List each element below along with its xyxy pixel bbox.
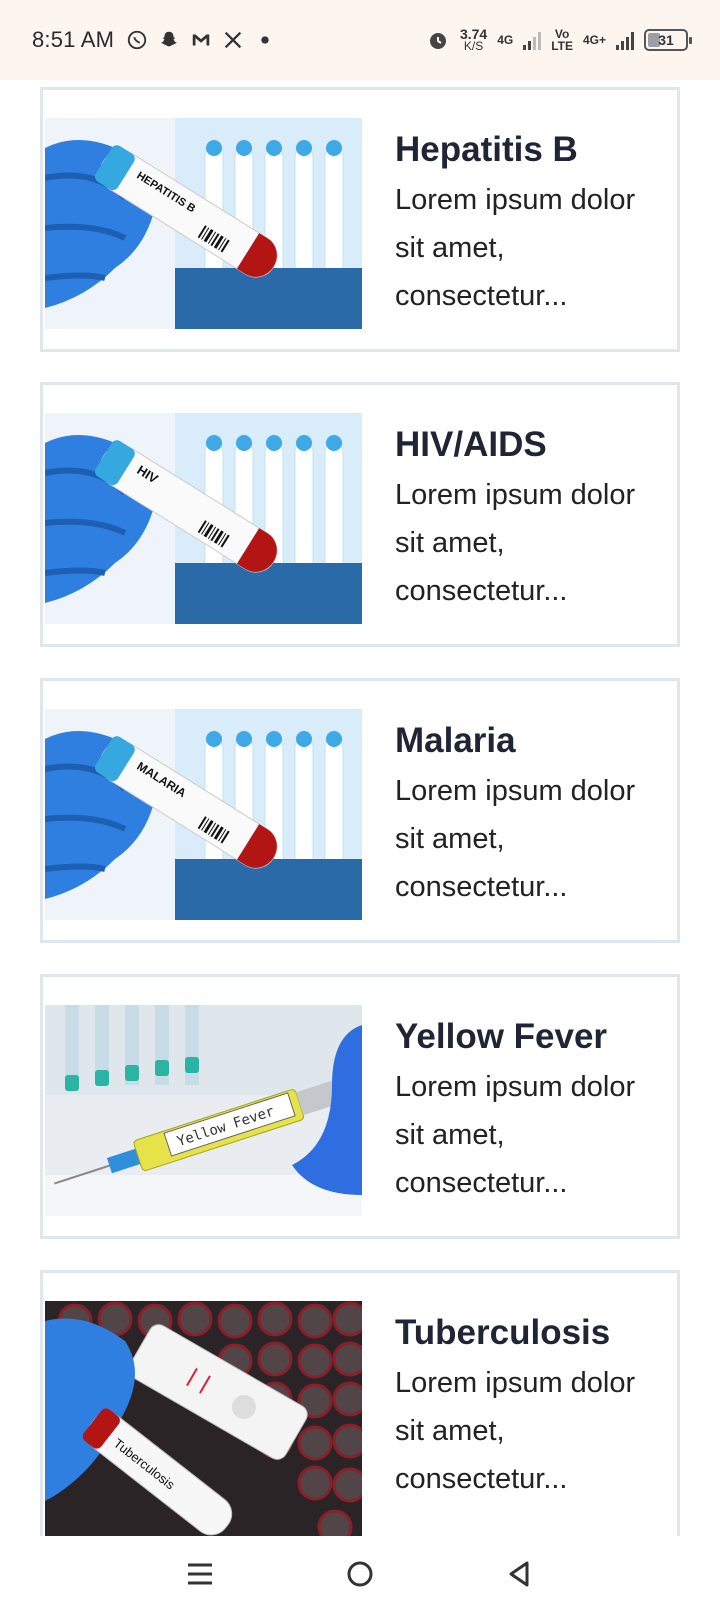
card-text: Hepatitis B Lorem ipsum dolor sit amet, … — [395, 128, 665, 320]
card-description: Lorem ipsum dolor sit amet, consectetur.… — [395, 184, 636, 312]
disease-list[interactable]: HEPATITIS B Hepatitis B Lorem ipsum dolo… — [0, 80, 720, 1536]
card-description: Lorem ipsum dolor sit amet, consectetur.… — [395, 775, 636, 903]
menu-icon — [188, 1563, 212, 1585]
system-nav-bar — [0, 1536, 720, 1612]
card-title: HIV/AIDS — [395, 425, 547, 464]
card-text: Malaria Lorem ipsum dolor sit amet, cons… — [395, 719, 665, 911]
home-icon — [347, 1561, 373, 1587]
disease-card-malaria[interactable]: MALARIA Malaria Lorem ipsum dolor sit am… — [40, 678, 680, 943]
tuberculosis-image: Tuberculosis — [45, 1301, 362, 1536]
battery-level: 31 — [658, 32, 674, 48]
card-description: Lorem ipsum dolor sit amet, consectetur.… — [395, 1071, 636, 1199]
volte-indicator: Vo LTE — [551, 27, 573, 53]
network-type-2: 4G+ — [582, 33, 606, 47]
alarm-icon — [429, 33, 446, 49]
disease-card-yellow-fever[interactable]: Yellow Fever Yellow Fever Lorem ipsum do… — [40, 974, 680, 1239]
card-text: HIV/AIDS Lorem ipsum dolor sit amet, con… — [395, 423, 665, 615]
card-title: Hepatitis B — [395, 130, 578, 169]
menu-button[interactable] — [170, 1544, 230, 1604]
card-description: Lorem ipsum dolor sit amet, consectetur.… — [395, 479, 636, 607]
disease-card-tuberculosis[interactable]: Tuberculosis Tuberculosis Lorem ipsum do… — [40, 1270, 680, 1536]
malaria-image: MALARIA — [45, 709, 362, 920]
x-icon — [224, 31, 242, 49]
snapchat-icon — [160, 31, 178, 47]
status-time: 8:51 AM — [32, 27, 115, 52]
signal-strength-2-icon — [616, 30, 634, 50]
card-description: Lorem ipsum dolor sit amet, consectetur.… — [395, 1367, 636, 1495]
back-button[interactable] — [490, 1544, 550, 1604]
notification-icons — [126, 29, 276, 51]
battery-icon: 31 — [644, 29, 692, 51]
gmail-icon — [192, 34, 210, 46]
dot-icon — [261, 36, 269, 44]
network-type-1: 4G — [497, 33, 514, 47]
card-text: Yellow Fever Lorem ipsum dolor sit amet,… — [395, 1015, 665, 1207]
disease-card-hiv-aids[interactable]: HIV HIV/AIDS Lorem ipsum dolor sit amet,… — [40, 382, 680, 647]
status-bar: 8:51 AM 3.74 K/S 4G Vo LTE 4G+ 31 — [0, 0, 720, 80]
status-right: 3.74 K/S 4G Vo LTE 4G+ 31 — [426, 26, 692, 53]
hepatitis-b-image: HEPATITIS B — [45, 118, 362, 329]
net-speed: 3.74 K/S — [459, 26, 488, 53]
card-text: Tuberculosis Lorem ipsum dolor sit amet,… — [395, 1311, 665, 1503]
card-title: Tuberculosis — [395, 1313, 611, 1352]
card-title: Malaria — [395, 721, 516, 760]
hiv-image: HIV — [45, 413, 362, 624]
home-button[interactable] — [330, 1544, 390, 1604]
yellow-fever-image: Yellow Fever — [45, 1005, 362, 1216]
signal-strength-1-icon — [523, 30, 542, 50]
back-icon — [509, 1561, 529, 1587]
card-title: Yellow Fever — [395, 1017, 608, 1056]
disease-card-hepatitis-b[interactable]: HEPATITIS B Hepatitis B Lorem ipsum dolo… — [40, 87, 680, 352]
whatsapp-icon — [127, 30, 147, 50]
